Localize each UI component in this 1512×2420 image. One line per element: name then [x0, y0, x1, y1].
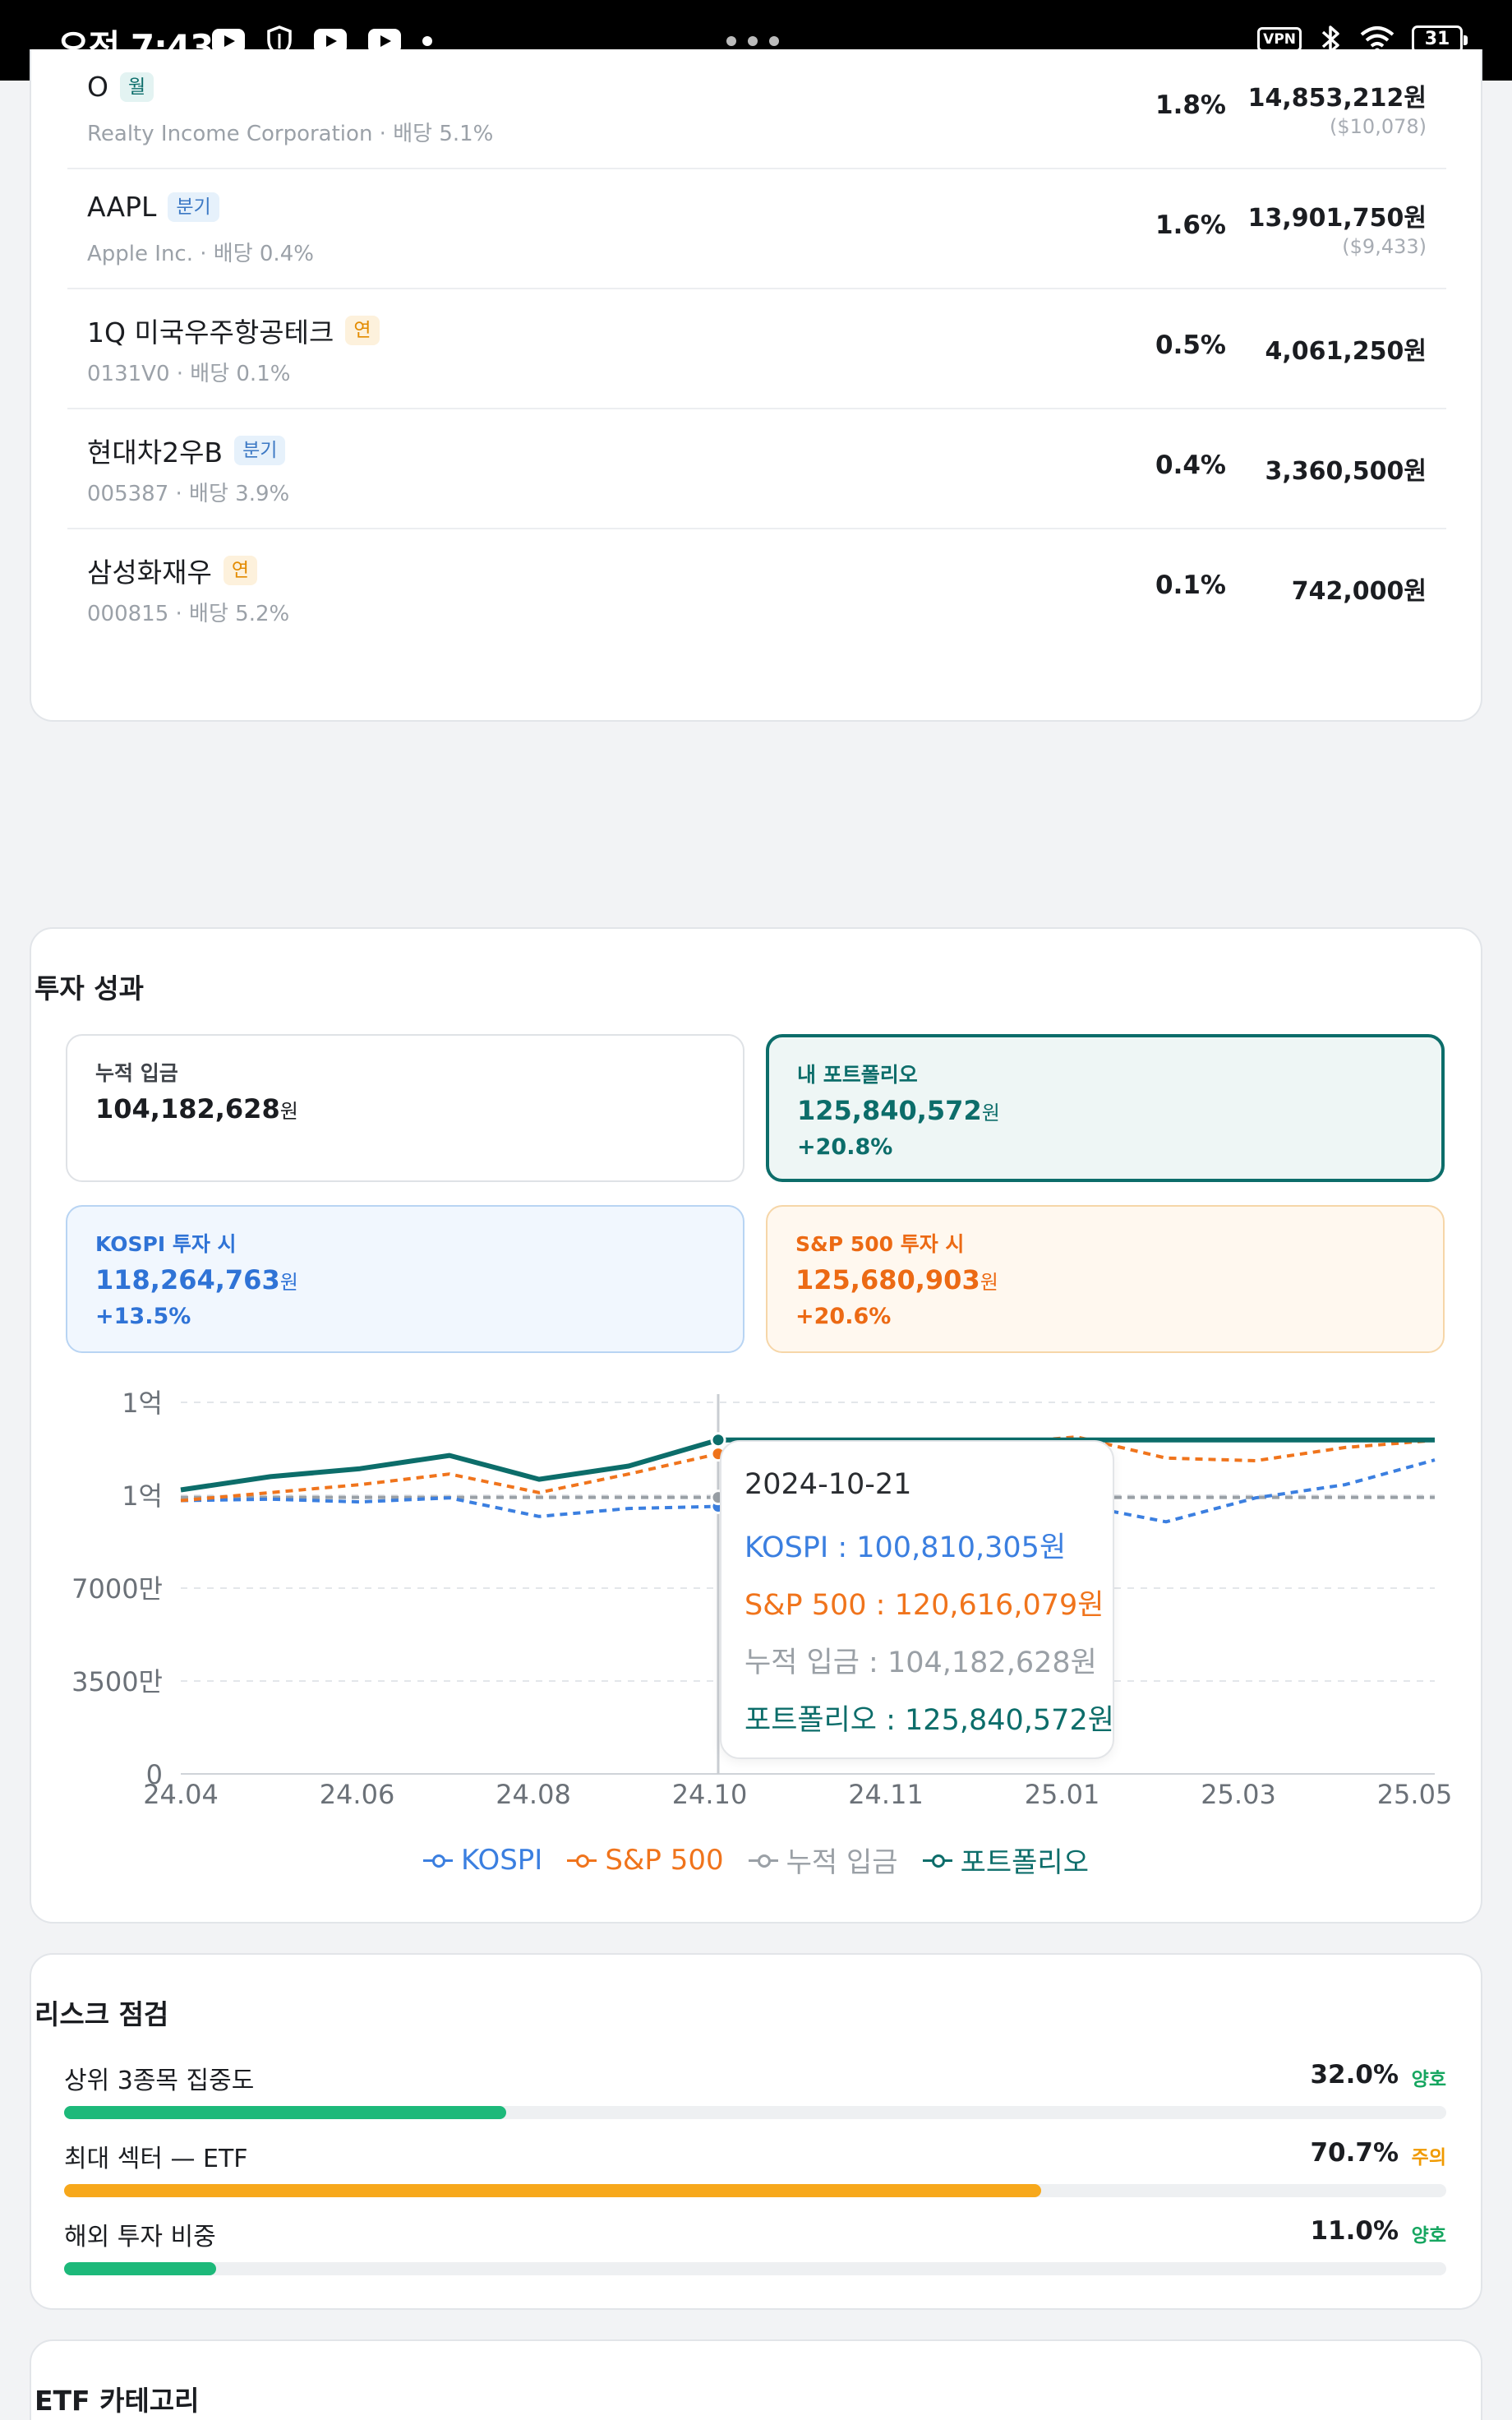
risk-value: 32.0%	[1310, 2060, 1399, 2090]
legend-kospi[interactable]: KOSPI	[423, 1840, 542, 1880]
tooltip-portfolio: 포트폴리오 : 125,840,572원	[744, 1704, 1114, 1737]
risk-item: 해외 투자 비중 11.0% 양호	[64, 2216, 1446, 2290]
etf-category-title: ETF 카테고리	[35, 2385, 200, 2417]
tooltip-sp500: S&P 500 : 120,616,079원	[744, 1589, 1104, 1622]
legend-deposit[interactable]: 누적 입금	[748, 1840, 898, 1880]
risk-progress-fill	[64, 2184, 1042, 2197]
risk-label: 해외 투자 비중	[64, 2223, 216, 2251]
x-tick-label: 25.05	[1377, 1779, 1453, 1810]
risk-title: 리스크 점검	[35, 1998, 169, 2030]
risk-progress-track	[64, 2184, 1446, 2197]
risk-value: 70.7%	[1310, 2138, 1399, 2168]
risk-status-badge: 양호	[1411, 2225, 1446, 2247]
legend-sp500[interactable]: S&P 500	[567, 1840, 724, 1880]
risk-status-badge: 주의	[1411, 2147, 1446, 2168]
risk-status-badge: 양호	[1411, 2069, 1446, 2090]
x-tick-label: 24.04	[143, 1779, 219, 1810]
x-tick-label: 25.03	[1201, 1779, 1276, 1810]
x-tick-label: 24.08	[496, 1779, 571, 1810]
risk-progress-fill	[64, 2262, 217, 2275]
tooltip-deposit: 누적 입금 : 104,182,628원	[744, 1646, 1097, 1679]
x-tick-label: 25.01	[1025, 1779, 1100, 1810]
risk-label: 상위 3종목 집중도	[64, 2067, 255, 2095]
x-tick-label: 24.11	[848, 1779, 924, 1810]
risk-label: 최대 섹터 — ETF	[64, 2145, 248, 2173]
tooltip-date: 2024-10-21	[744, 1468, 912, 1501]
risk-item: 최대 섹터 — ETF 70.7% 주의	[64, 2138, 1446, 2212]
risk-item: 상위 3종목 집중도 32.0% 양호	[64, 2060, 1446, 2134]
chart-legend: KOSPI S&P 500 누적 입금 포트폴리오	[0, 1840, 1512, 1880]
risk-value: 11.0%	[1310, 2216, 1399, 2246]
risk-progress-track	[64, 2106, 1446, 2119]
etf-category-card	[30, 2339, 1482, 2420]
y-tick-label: 7000만	[71, 1573, 163, 1605]
risk-progress-fill	[64, 2106, 507, 2119]
x-tick-label: 24.10	[672, 1779, 748, 1810]
risk-progress-track	[64, 2262, 1446, 2275]
y-tick-label: 3500만	[71, 1666, 163, 1697]
tooltip-kospi: KOSPI : 100,810,305원	[744, 1531, 1067, 1564]
x-tick-label: 24.06	[320, 1779, 395, 1810]
y-tick-label: 1억	[122, 1480, 163, 1512]
y-tick-label: 1억	[122, 1388, 163, 1419]
portfolio-marker	[710, 1432, 726, 1448]
legend-portfolio[interactable]: 포트폴리오	[922, 1840, 1089, 1880]
chart-tooltip: 2024-10-21 KOSPI : 100,810,305원 S&P 500 …	[720, 1440, 1114, 1759]
